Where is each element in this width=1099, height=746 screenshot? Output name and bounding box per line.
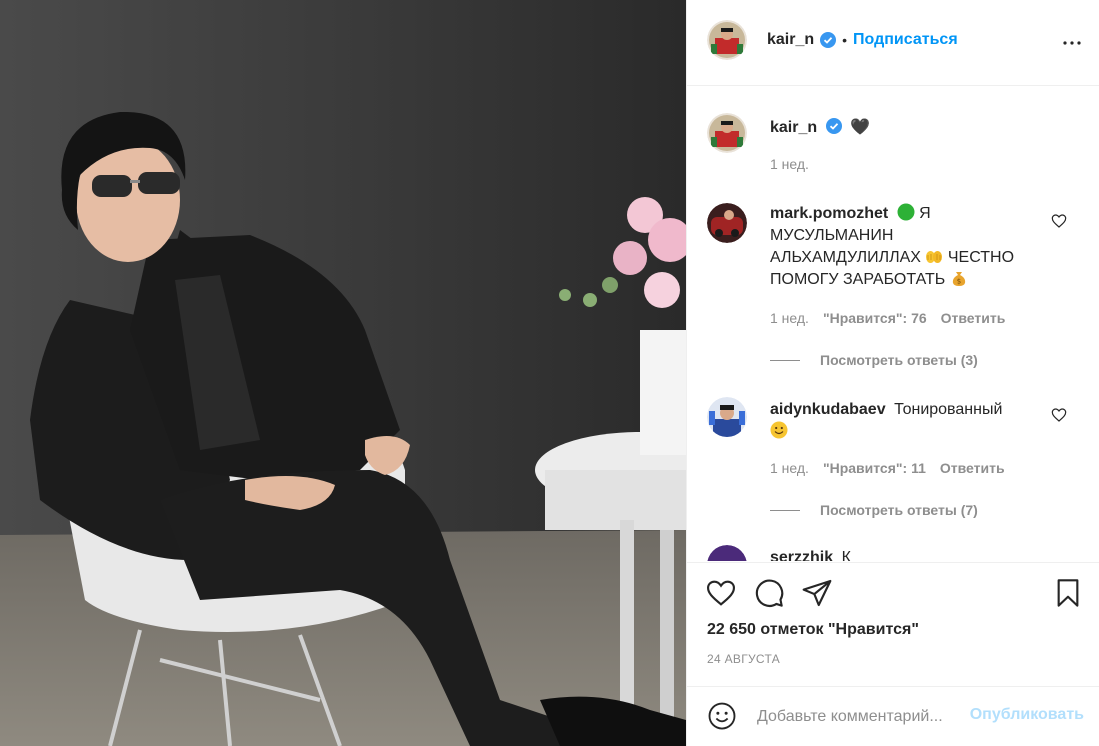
replies-divider-line [770, 509, 800, 511]
post-date[interactable]: 24 АВГУСТА [707, 652, 780, 666]
share-icon[interactable] [801, 577, 833, 609]
view-replies-label: Посмотреть ответы (7) [820, 502, 978, 518]
comment-text: Тонированный [894, 401, 1003, 418]
heart-icon[interactable] [705, 577, 737, 609]
view-replies-button[interactable]: Посмотреть ответы (3) [770, 352, 978, 368]
avatar-image [707, 20, 747, 60]
caption-time[interactable]: 1 нед. [770, 156, 809, 172]
follow-button[interactable]: Подписаться [853, 31, 958, 49]
money-bag-emoji-icon: $ [950, 269, 968, 287]
caption-body: kair_n 🖤 [770, 117, 1040, 139]
smiley-icon[interactable] [707, 701, 737, 731]
post-photo[interactable] [0, 0, 686, 746]
commenter-avatar[interactable] [707, 203, 747, 243]
verified-badge-icon [820, 32, 837, 48]
comment-username[interactable]: serzzhik [770, 549, 833, 561]
post-side-panel: kair_n • Подписаться kair_n 🖤 1 нед. mar… [686, 0, 1099, 746]
comment-like-heart-icon[interactable] [1051, 213, 1067, 229]
green-circle-emoji-icon [897, 203, 915, 221]
avatar-image [707, 203, 747, 243]
view-replies-label: Посмотреть ответы (3) [820, 352, 978, 368]
post-header: kair_n • Подписаться [687, 0, 1099, 86]
commenter-avatar[interactable] [707, 545, 747, 561]
avatar-image [707, 397, 747, 437]
reply-button[interactable]: Ответить [941, 310, 1006, 326]
caption-meta: 1 нед. [770, 156, 809, 172]
comment-like-heart-icon[interactable] [1051, 407, 1067, 423]
photo-illustration [0, 0, 686, 746]
replies-divider-line [770, 359, 800, 361]
comment-username[interactable]: aidynkudabaev [770, 401, 886, 418]
post-actions-bar: 22 650 отметок "Нравится" 24 АВГУСТА [687, 562, 1099, 702]
comments-list[interactable]: kair_n 🖤 1 нед. mark.pomozhet Я МУСУЛЬМА… [687, 87, 1099, 561]
author-username[interactable]: kair_n [767, 31, 814, 49]
bookmark-icon[interactable] [1052, 577, 1084, 609]
comment-likes[interactable]: "Нравится": 11 [823, 460, 926, 476]
caption-text: 🖤 [850, 119, 870, 136]
comment-likes[interactable]: "Нравится": 76 [823, 310, 927, 326]
caption-author-avatar[interactable] [707, 113, 747, 153]
commenter-avatar[interactable] [707, 397, 747, 437]
comment-body: mark.pomozhet Я МУСУЛЬМАНИН АЛЬХАМДУЛИЛЛ… [770, 203, 1040, 291]
avatar-image [707, 113, 747, 153]
verified-badge-icon [825, 118, 842, 134]
caption-username[interactable]: kair_n [770, 119, 817, 136]
add-comment-form: Опубликовать [687, 686, 1099, 746]
comment-username[interactable]: mark.pomozhet [770, 205, 888, 222]
comment-icon[interactable] [753, 577, 785, 609]
comment-time[interactable]: 1 нед. [770, 310, 809, 326]
svg-text:$: $ [957, 278, 961, 286]
comment-text: К [841, 549, 851, 561]
comment-meta: 1 нед. "Нравится": 76 Ответить [770, 310, 1005, 326]
post-likes-count[interactable]: 22 650 отметок "Нравится" [707, 621, 919, 639]
separator-dot: • [842, 32, 848, 48]
more-horizontal-icon[interactable] [1060, 31, 1084, 55]
author-avatar[interactable] [707, 20, 747, 60]
comment-time[interactable]: 1 нед. [770, 460, 809, 476]
avatar-image [707, 545, 747, 561]
smiling-face-emoji-icon [770, 421, 788, 439]
open-hands-emoji-icon [925, 247, 943, 265]
view-replies-button[interactable]: Посмотреть ответы (7) [770, 502, 978, 518]
comment-input[interactable] [757, 703, 963, 731]
instagram-post-modal: kair_n • Подписаться kair_n 🖤 1 нед. mar… [0, 0, 1099, 746]
comment-body: aidynkudabaev Тонированный [770, 399, 1040, 443]
comment-body: serzzhik К [770, 547, 1040, 561]
comment-meta: 1 нед. "Нравится": 11 Ответить [770, 460, 1005, 476]
publish-button[interactable]: Опубликовать [970, 706, 1084, 724]
reply-button[interactable]: Ответить [940, 460, 1005, 476]
header-user-row: kair_n • Подписаться [767, 31, 958, 49]
